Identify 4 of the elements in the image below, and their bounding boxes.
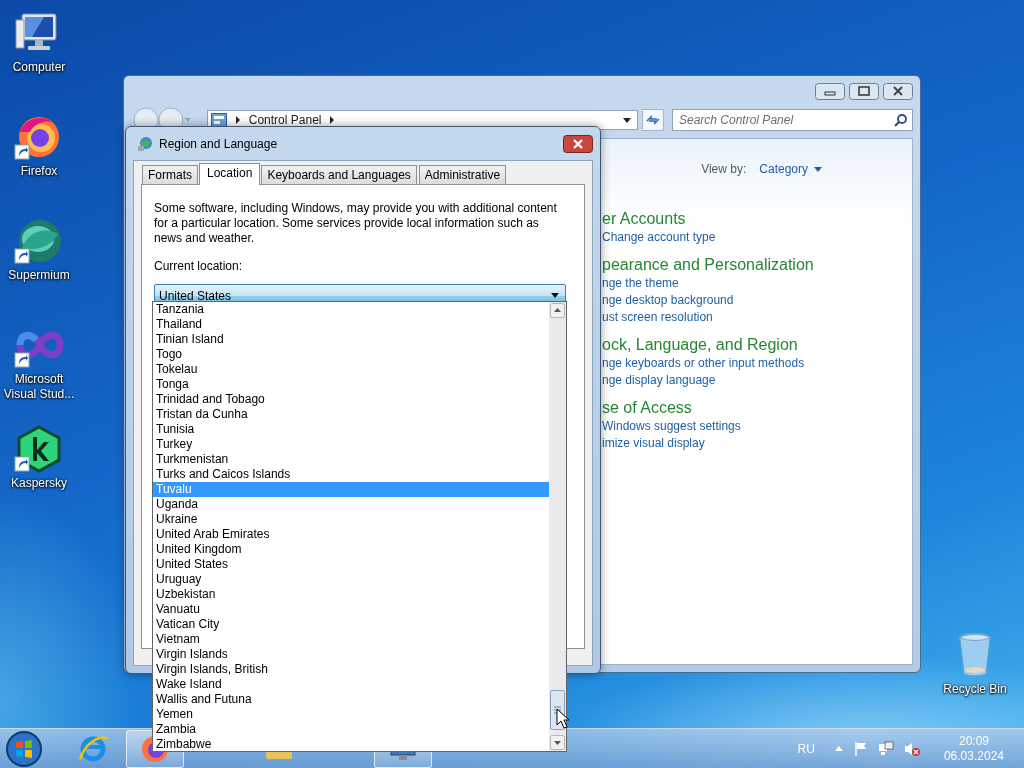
- view-by-label: View by:: [701, 162, 747, 176]
- field-label: Current location:: [154, 259, 244, 274]
- description-text: Some software, including Windows, may provide you with additional content for a particular location. Some services provide local information such as news and weather.: [154, 201, 558, 246]
- window-title: Region and Language: [159, 136, 278, 151]
